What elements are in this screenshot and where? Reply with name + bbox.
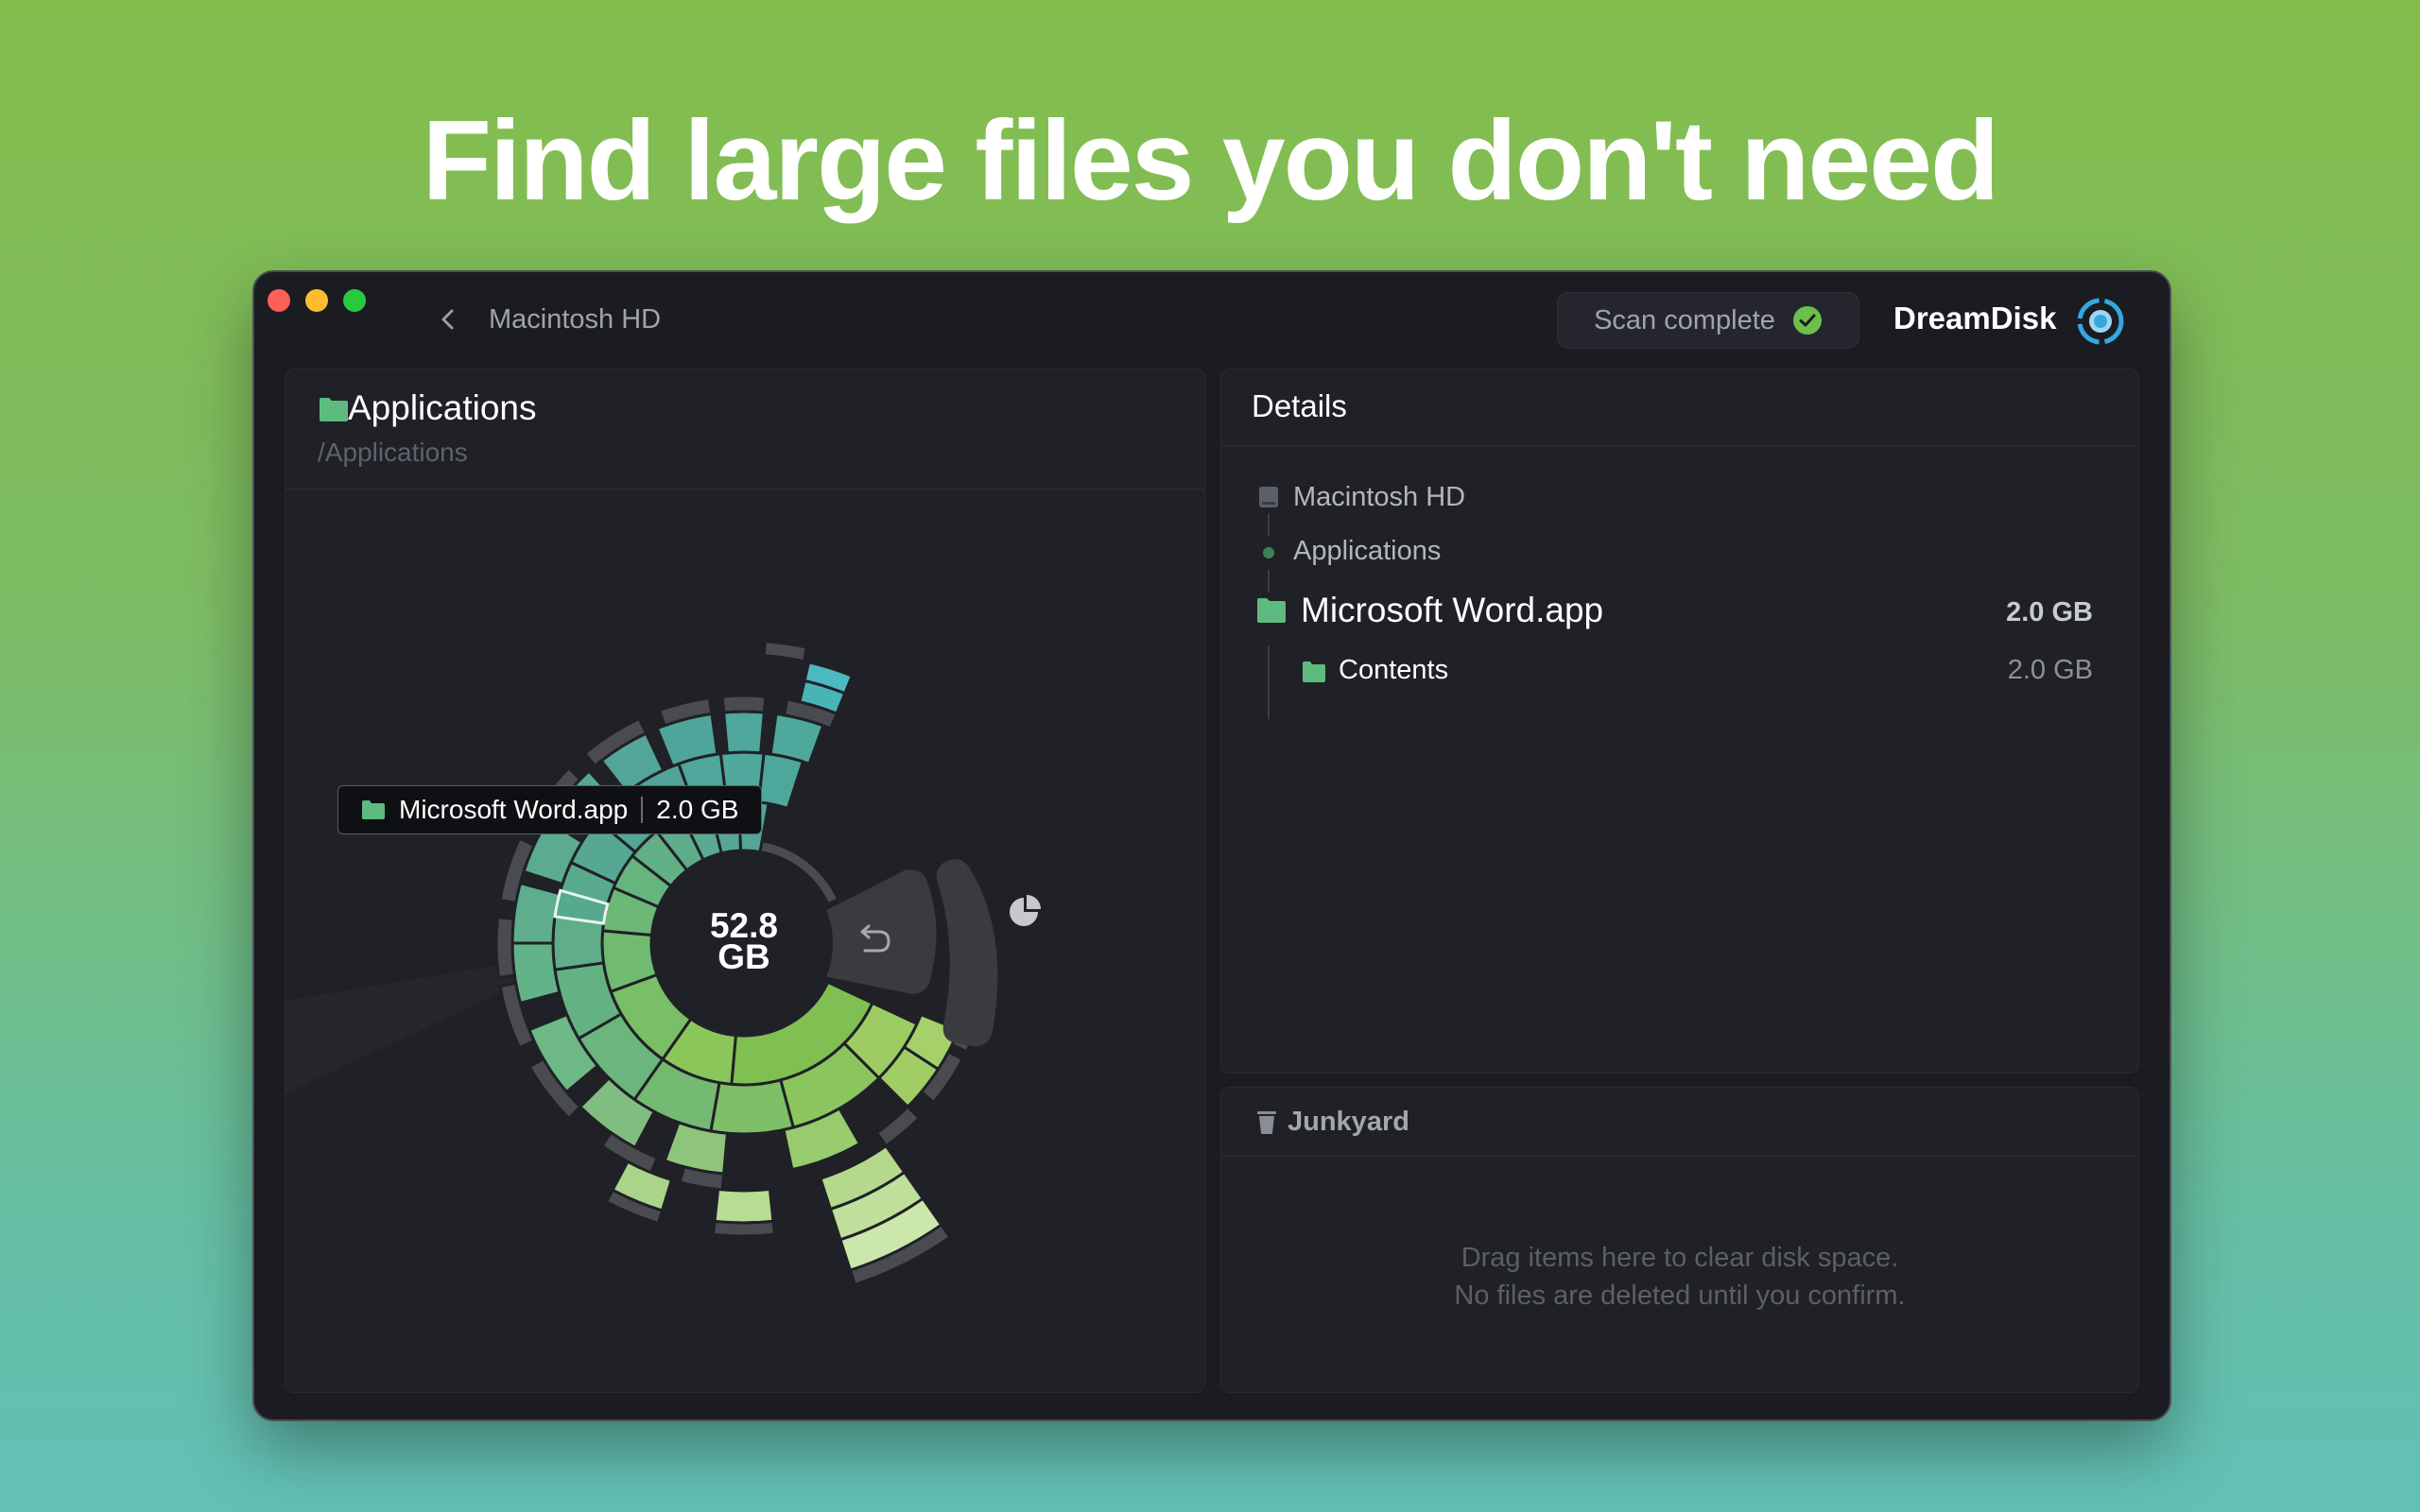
child-item-size: 2.0 GB <box>2007 655 2093 685</box>
path-item-macintosh-hd[interactable]: Macintosh HD <box>1293 482 1465 513</box>
tooltip-separator <box>641 797 644 823</box>
sunburst-segment[interactable] <box>709 1078 796 1136</box>
scan-status-badge[interactable]: Scan complete <box>1557 292 1859 349</box>
total-size-unit: GB <box>717 937 770 976</box>
trash-icon <box>1257 1111 1276 1134</box>
details-panel: Details Macintosh HD Applications Micros… <box>1220 369 2139 1074</box>
tree-line <box>1268 645 1270 719</box>
selected-item-name: Microsoft Word.app <box>1301 591 1604 629</box>
close-window-button[interactable] <box>268 289 290 312</box>
junkyard-title: Junkyard <box>1288 1107 1409 1137</box>
selected-item-size: 2.0 GB <box>2006 597 2093 627</box>
sunburst-segment[interactable] <box>757 751 805 811</box>
divider <box>1221 445 2138 446</box>
folder-icon <box>362 800 385 819</box>
folder-icon <box>1257 598 1286 623</box>
sunburst-segment[interactable] <box>762 640 809 663</box>
disk-map-panel: Applications /Applications 52.8 GB <box>285 369 1205 1393</box>
drive-icon <box>1259 487 1278 507</box>
zoom-window-button[interactable] <box>343 289 366 312</box>
app-window: Macintosh HD Scan complete DreamDisk App… <box>252 270 2171 1421</box>
folder-icon <box>1303 662 1325 682</box>
checkmark-icon <box>1792 306 1822 335</box>
chart-type-button[interactable] <box>936 859 998 1047</box>
path-item-applications[interactable]: Applications <box>1293 536 1441 567</box>
hover-tooltip: Microsoft Word.app 2.0 GB <box>337 785 763 834</box>
sunburst-segment[interactable] <box>711 1219 777 1238</box>
divider <box>1221 1156 2138 1157</box>
dot-icon <box>1263 547 1274 558</box>
sunburst-segment[interactable] <box>494 915 517 980</box>
sunburst-segment[interactable] <box>722 710 766 755</box>
tooltip-size: 2.0 GB <box>656 795 739 824</box>
pie-chart-icon <box>1010 895 1041 926</box>
chevron-left-icon <box>441 309 454 330</box>
marketing-headline: Find large files you don't need <box>422 97 2000 224</box>
junkyard-hint-line1: Drag items here to clear disk space. <box>1461 1243 1899 1273</box>
back-button[interactable] <box>434 301 462 338</box>
tooltip-name: Microsoft Word.app <box>399 795 629 824</box>
sunburst-segment[interactable] <box>713 1187 775 1225</box>
junkyard-hint-line2: No files are deleted until you confirm. <box>1454 1280 1906 1311</box>
sunburst-segment[interactable] <box>720 694 768 714</box>
tree-line <box>1268 570 1270 593</box>
child-item-name: Contents <box>1339 655 1449 685</box>
details-title: Details <box>1252 388 1347 423</box>
dreamdisk-logo-icon <box>2077 298 2124 345</box>
disk-sunburst-chart[interactable]: 52.8 GB <box>285 369 1204 1392</box>
scan-status-label: Scan complete <box>1594 304 1775 335</box>
sunburst-segment[interactable] <box>874 1105 922 1148</box>
junkyard-panel[interactable]: Junkyard Drag items here to clear disk s… <box>1220 1087 2139 1393</box>
breadcrumb[interactable]: Macintosh HD <box>489 304 661 335</box>
app-brand-name: DreamDisk <box>1893 301 2057 335</box>
tree-line <box>1268 513 1270 536</box>
minimize-window-button[interactable] <box>305 289 328 312</box>
